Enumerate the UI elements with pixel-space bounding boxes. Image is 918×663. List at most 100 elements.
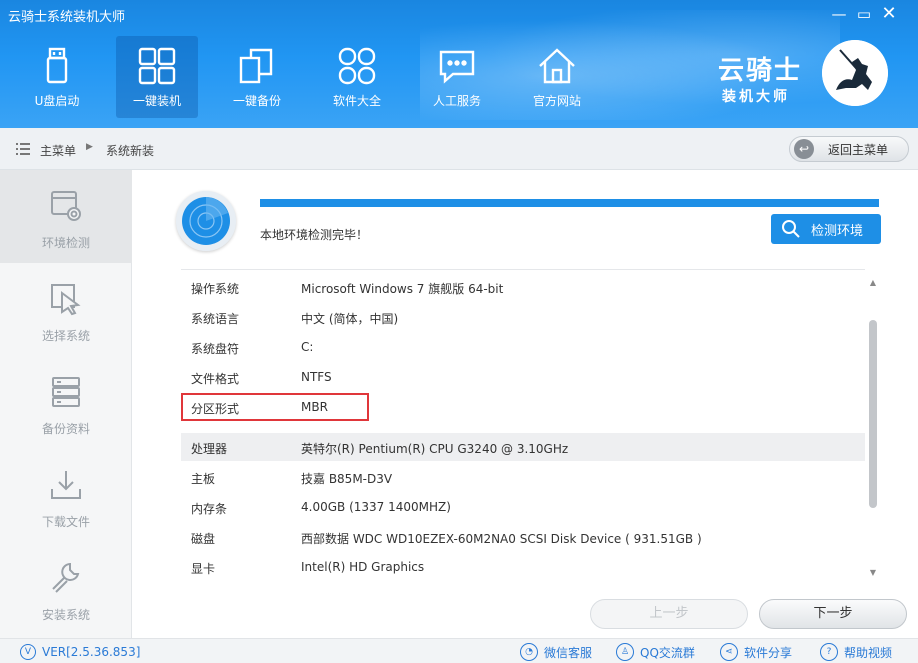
footer-share-link[interactable]: ⋖ 软件分享 <box>720 643 792 661</box>
scrollbar[interactable]: ▲ ▼ <box>867 278 879 578</box>
info-key: 文件格式 <box>191 372 240 386</box>
sidebar-item-select-system[interactable]: 选择系统 <box>0 263 132 356</box>
backup-drive-icon <box>52 377 80 407</box>
info-key: 系统语言 <box>191 312 240 326</box>
download-icon <box>51 471 81 499</box>
info-row: 处理器 英特尔(R) Pentium(R) CPU G3240 @ 3.10GH… <box>181 433 865 461</box>
usb-icon <box>46 47 68 84</box>
version-text: VER[2.5.36.853] <box>42 645 141 659</box>
nav-label: 一键装机 <box>132 94 181 108</box>
sidebar-label: 备份资料 <box>41 422 90 436</box>
sidebar-label: 选择系统 <box>41 329 90 343</box>
sidebar-item-env-check[interactable]: 环境检测 <box>0 170 132 263</box>
app-header: 云骑士系统装机大师 — ▭ ✕ U盘启动 一键装机 一键备份 软件大全 人工服务… <box>0 0 918 128</box>
info-row: 显卡 Intel(R) HD Graphics <box>181 553 865 581</box>
sidebar-label: 下载文件 <box>41 515 90 529</box>
info-row: 内存条 4.00GB (1337 1400MHZ) <box>181 493 865 521</box>
nav-manual-service[interactable]: 人工服务 <box>416 36 498 118</box>
app-title: 云骑士系统装机大师 <box>8 10 126 25</box>
share-icon: ⋖ <box>720 643 738 661</box>
back-button-label: 返回主菜单 <box>828 142 889 157</box>
progress-fill <box>260 199 879 207</box>
grid-icon <box>338 47 376 85</box>
info-key: 磁盘 <box>191 532 216 546</box>
info-value: Microsoft Windows 7 旗舰版 64-bit <box>301 282 504 296</box>
info-row: 文件格式 NTFS <box>181 363 865 391</box>
help-icon: ? <box>820 643 838 661</box>
copy-icon <box>239 48 273 84</box>
footer-help-link[interactable]: ? 帮助视频 <box>820 643 892 661</box>
windows-icon <box>138 47 176 85</box>
knight-logo-icon <box>822 40 888 106</box>
close-icon[interactable]: ✕ <box>878 4 900 24</box>
prev-step-button[interactable]: 上一步 <box>590 599 748 629</box>
nav-label: 官方网站 <box>532 94 581 108</box>
breadcrumb: 主菜单 ▶ 系统新装 ↩ 返回主菜单 <box>0 128 918 170</box>
info-key: 操作系统 <box>191 282 240 296</box>
next-step-button[interactable]: 下一步 <box>759 599 907 629</box>
info-row: 系统语言 中文 (简体，中国) <box>181 303 865 331</box>
select-cursor-icon <box>51 284 81 316</box>
info-row: 主板 技嘉 B85M-D3V <box>181 463 865 491</box>
nav-label: U盘启动 <box>34 94 80 108</box>
brand-logo: 云骑士 装机大师 <box>714 40 914 112</box>
nav-software[interactable]: 软件大全 <box>316 36 398 118</box>
sidebar-label: 安装系统 <box>41 608 90 622</box>
sidebar-item-backup[interactable]: 备份资料 <box>0 356 132 449</box>
info-value: 西部数据 WDC WD10EZEX-60M2NA0 SCSI Disk Devi… <box>301 532 702 546</box>
back-to-menu-button[interactable]: ↩ 返回主菜单 <box>789 136 909 162</box>
env-info-list: 操作系统 Microsoft Windows 7 旗舰版 64-bit 系统语言… <box>181 269 865 579</box>
nav-usb-boot[interactable]: U盘启动 <box>16 36 98 118</box>
progress-bar <box>260 199 879 207</box>
nav-one-click-install[interactable]: 一键装机 <box>116 36 198 118</box>
info-value: 4.00GB (1337 1400MHZ) <box>301 500 451 514</box>
info-key: 处理器 <box>191 442 228 456</box>
footer-bar: V VER[2.5.36.853] ◔ 微信客服 ♙ QQ交流群 ⋖ 软件分享 … <box>0 638 918 663</box>
search-icon <box>782 220 800 238</box>
info-value: 中文 (简体，中国) <box>301 312 399 326</box>
info-key: 显卡 <box>191 562 216 576</box>
footer-link-label: 软件分享 <box>744 645 793 660</box>
sidebar-item-download[interactable]: 下载文件 <box>0 449 132 542</box>
env-check-icon <box>51 191 81 221</box>
steps-sidebar: 环境检测 选择系统 备份资料 下载文件 安装系统 <box>0 170 132 638</box>
info-row: 操作系统 Microsoft Windows 7 旗舰版 64-bit <box>181 273 865 301</box>
nav-label: 一键备份 <box>232 94 281 108</box>
breadcrumb-root[interactable]: 主菜单 <box>40 142 76 159</box>
nav-label: 人工服务 <box>432 94 481 108</box>
sidebar-item-install[interactable]: 安装系统 <box>0 542 132 635</box>
info-key: 主板 <box>191 472 216 486</box>
footer-link-label: 微信客服 <box>544 645 593 660</box>
nav-official-site[interactable]: 官方网站 <box>516 36 598 118</box>
sidebar-label: 环境检测 <box>41 236 90 250</box>
chevron-down-icon: V <box>20 644 36 660</box>
info-key: 系统盘符 <box>191 342 240 356</box>
menu-list-icon <box>16 143 30 155</box>
scroll-thumb[interactable] <box>869 320 877 508</box>
minimize-icon[interactable]: — <box>828 4 850 24</box>
home-icon <box>539 48 575 84</box>
info-key: 内存条 <box>191 502 228 516</box>
detect-environment-button[interactable]: 检测环境 <box>771 214 881 244</box>
info-value: C: <box>301 340 314 354</box>
chat-icon <box>439 50 475 84</box>
wrench-icon <box>52 562 80 593</box>
back-arrow-icon: ↩ <box>794 139 814 159</box>
chevron-right-icon: ▶ <box>86 142 93 152</box>
scroll-up-icon[interactable]: ▲ <box>867 278 879 288</box>
detect-button-label: 检测环境 <box>811 223 864 239</box>
breadcrumb-current: 系统新装 <box>106 144 155 158</box>
footer-qq-link[interactable]: ♙ QQ交流群 <box>616 643 695 661</box>
info-value: NTFS <box>301 370 332 384</box>
maximize-icon[interactable]: ▭ <box>853 4 875 24</box>
info-value: 技嘉 B85M-D3V <box>301 472 393 486</box>
nav-label: 软件大全 <box>332 94 381 108</box>
nav-one-click-backup[interactable]: 一键备份 <box>216 36 298 118</box>
info-value: Intel(R) HD Graphics <box>301 560 425 574</box>
info-row: 磁盘 西部数据 WDC WD10EZEX-60M2NA0 SCSI Disk D… <box>181 523 865 551</box>
info-value: 英特尔(R) Pentium(R) CPU G3240 @ 3.10GHz <box>301 442 569 456</box>
info-row: 系统盘符 C: <box>181 333 865 361</box>
scroll-down-icon[interactable]: ▼ <box>867 568 879 578</box>
radar-scan-icon <box>176 191 236 251</box>
footer-wechat-link[interactable]: ◔ 微信客服 <box>520 643 592 661</box>
